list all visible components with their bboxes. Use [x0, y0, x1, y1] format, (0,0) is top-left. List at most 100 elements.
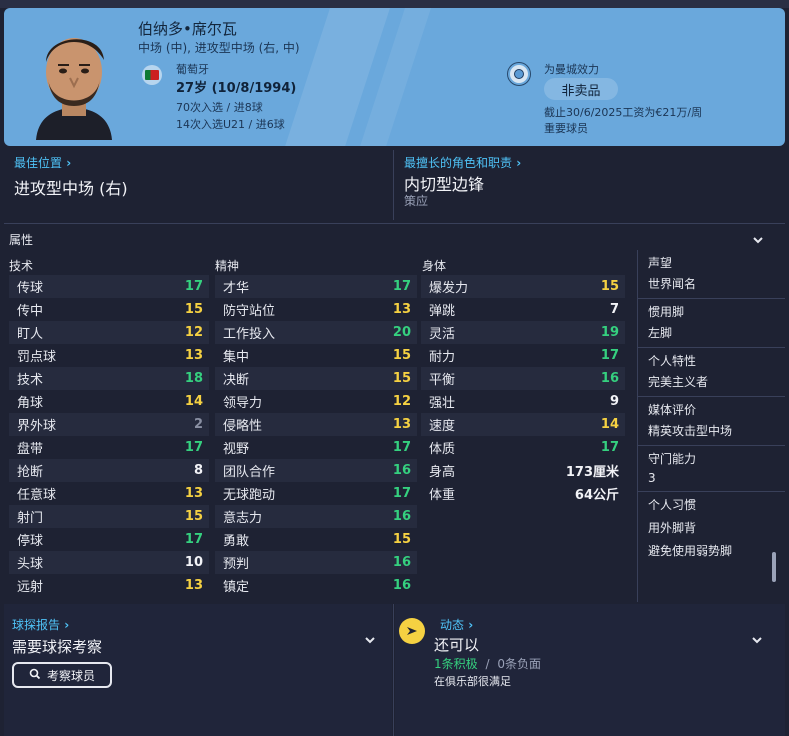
attribute-value: 15 — [184, 509, 203, 524]
attribute-row[interactable]: 速度 14 — [421, 413, 625, 436]
transfer-status-badge[interactable]: 非卖品 — [544, 78, 618, 100]
attribute-label: 盘带 — [17, 442, 44, 457]
attribute-value: 12 — [392, 394, 411, 409]
attribute-row[interactable]: 决断 15 — [215, 367, 417, 390]
weight-value: 64公斤 — [574, 488, 619, 503]
attribute-value: 15 — [392, 371, 411, 386]
top-strip — [0, 0, 789, 8]
attribute-row[interactable]: 盘带 17 — [9, 436, 209, 459]
attribute-label: 头球 — [17, 557, 44, 572]
attribute-row[interactable]: 镇定 16 — [215, 574, 417, 597]
club-label[interactable]: 为曼城效力 — [544, 61, 599, 77]
chevron-down-icon[interactable] — [752, 234, 764, 248]
attribute-row[interactable]: 平衡 16 — [421, 367, 625, 390]
attribute-row[interactable]: 弹跳 7 — [421, 298, 625, 321]
traits-label: 个人特性 — [648, 354, 697, 368]
attribute-value: 13 — [392, 302, 411, 317]
media-description: 媒体评价 精英攻击型中场 — [638, 397, 785, 446]
attribute-row[interactable]: 技术 18 — [9, 367, 209, 390]
attribute-value: 14 — [600, 417, 619, 432]
attribute-row[interactable]: 集中 15 — [215, 344, 417, 367]
attribute-value: 20 — [392, 325, 411, 340]
attribute-row[interactable]: 射门 15 — [9, 505, 209, 528]
attribute-row[interactable]: 视野 17 — [215, 436, 417, 459]
attribute-row[interactable]: 领导力 12 — [215, 390, 417, 413]
best-role-link[interactable]: 最擅长的角色和职责 — [404, 154, 521, 171]
attribute-label: 侵略性 — [223, 419, 263, 434]
attribute-row[interactable]: 任意球 13 — [9, 482, 209, 505]
divider — [393, 604, 394, 736]
dynamics-link[interactable]: 动态 — [440, 616, 473, 633]
attribute-row[interactable]: 团队合作 16 — [215, 459, 417, 482]
weight-label: 体重 — [429, 488, 456, 503]
mental-list: 才华 17 防守站位 13 工作投入 20 集中 15 决断 15 领导力 12 侵略性 13… — [215, 275, 417, 597]
attribute-row[interactable]: 停球 17 — [9, 528, 209, 551]
age-dob: 27岁 (10/8/1994) — [176, 81, 297, 96]
attribute-row[interactable]: 工作投入 20 — [215, 321, 417, 344]
attribute-row[interactable]: 无球跑动 17 — [215, 482, 417, 505]
chevron-down-icon[interactable] — [751, 630, 763, 649]
attribute-row[interactable]: 爆发力 15 — [421, 275, 625, 298]
nationality[interactable]: 葡萄牙 — [176, 61, 209, 77]
technical-header: 技术 — [9, 259, 34, 273]
club-badge-icon[interactable] — [508, 63, 530, 85]
scout-player-button[interactable]: 考察球员 — [12, 662, 112, 688]
attribute-row[interactable]: 才华 17 — [215, 275, 417, 298]
media-value: 精英攻击型中场 — [648, 424, 733, 438]
attribute-row[interactable]: 意志力 16 — [215, 505, 417, 528]
attribute-row[interactable]: 角球 14 — [9, 390, 209, 413]
attribute-row[interactable]: 传中 15 — [9, 298, 209, 321]
attribute-row[interactable]: 传球 17 — [9, 275, 209, 298]
scout-report-link[interactable]: 球探报告 — [12, 616, 69, 633]
goalkeeping: 守门能力 3 — [638, 446, 785, 492]
attribute-row[interactable]: 预判 16 — [215, 551, 417, 574]
mental-header: 精神 — [215, 259, 240, 273]
attribute-row[interactable]: 体质 17 — [421, 436, 625, 459]
attribute-row[interactable]: 抢断 8 — [9, 459, 209, 482]
attribute-label: 平衡 — [429, 373, 456, 388]
divider — [4, 223, 785, 224]
height-label: 身高 — [429, 465, 456, 480]
reputation-label: 声望 — [648, 256, 673, 270]
attribute-row[interactable]: 头球 10 — [9, 551, 209, 574]
chevron-down-icon[interactable] — [364, 630, 376, 649]
attribute-label: 盯人 — [17, 327, 44, 342]
attribute-row[interactable]: 盯人 12 — [9, 321, 209, 344]
attribute-row[interactable]: 远射 13 — [9, 574, 209, 597]
attribute-label: 领导力 — [223, 396, 263, 411]
defensive-value: 3 — [648, 471, 656, 485]
attribute-row[interactable]: 界外球 2 — [9, 413, 209, 436]
attribute-value: 16 — [600, 371, 619, 386]
attribute-label: 勇敢 — [223, 534, 250, 549]
attribute-row[interactable]: 侵略性 13 — [215, 413, 417, 436]
player-info-column: 声望 世界闻名 惯用脚 左脚 个人特性 完美主义者 媒体评价 精英攻击型中场 守… — [637, 250, 785, 602]
reputation: 声望 世界闻名 — [638, 250, 785, 299]
physical-list: 爆发力 15 弹跳 7 灵活 19 耐力 17 平衡 16 强壮 9 速度 14 体质 17 身… — [421, 275, 625, 505]
scrollbar-thumb[interactable] — [772, 552, 776, 582]
player-photo — [18, 16, 130, 140]
attribute-value: 15 — [600, 279, 619, 294]
attribute-value: 17 — [600, 348, 619, 363]
attribute-label: 技术 — [17, 373, 44, 388]
attribute-label: 耐力 — [429, 350, 456, 365]
attribute-label: 停球 — [17, 534, 44, 549]
player-positions: 中场 (中), 进攻型中场 (右, 中) — [138, 41, 300, 55]
preferred-foot: 惯用脚 左脚 — [638, 299, 785, 348]
attribute-row[interactable]: 勇敢 15 — [215, 528, 417, 551]
attribute-row[interactable]: 罚点球 13 — [9, 344, 209, 367]
attribute-value: 14 — [184, 394, 203, 409]
attribute-label: 视野 — [223, 442, 250, 457]
attribute-value: 17 — [392, 440, 411, 455]
height-row: 身高 173厘米 — [421, 459, 625, 482]
attribute-row[interactable]: 耐力 17 — [421, 344, 625, 367]
attribute-label: 界外球 — [17, 419, 57, 434]
attribute-value: 8 — [193, 463, 203, 478]
attribute-row[interactable]: 强壮 9 — [421, 390, 625, 413]
attribute-value: 17 — [392, 486, 411, 501]
best-position-link[interactable]: 最佳位置 — [14, 154, 71, 171]
attribute-row[interactable]: 防守站位 13 — [215, 298, 417, 321]
attribute-label: 团队合作 — [223, 465, 276, 480]
attribute-row[interactable]: 灵活 19 — [421, 321, 625, 344]
attributes-title: 属性 — [9, 233, 34, 247]
attribute-label: 传球 — [17, 281, 44, 296]
